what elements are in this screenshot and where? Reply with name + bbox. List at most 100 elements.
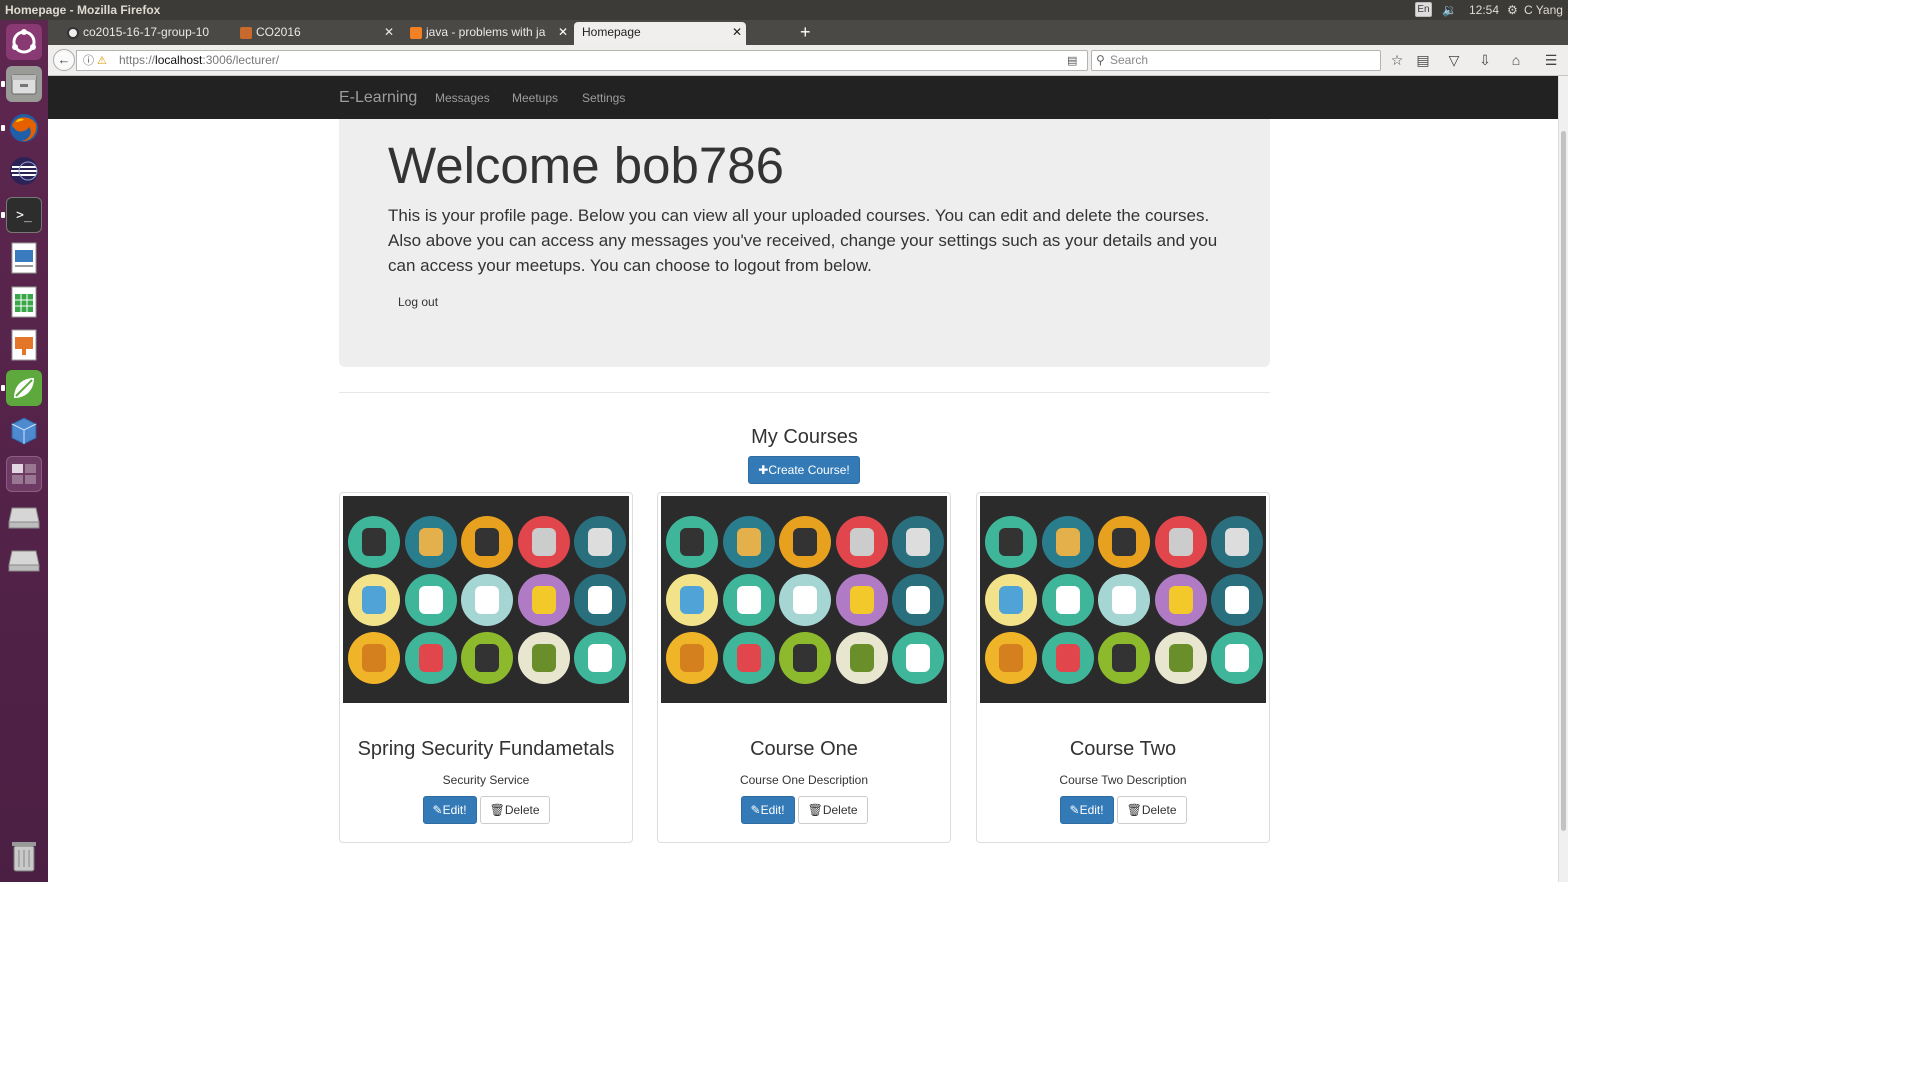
nav-messages[interactable]: Messages: [435, 91, 490, 105]
tab-co2016[interactable]: CO2016 ✕: [236, 22, 398, 45]
suitcase-icon: [985, 574, 1037, 626]
tab-homepage[interactable]: Homepage ✕: [574, 22, 746, 45]
scrollbar-thumb[interactable]: [1561, 131, 1566, 831]
drive-icon[interactable]: [6, 499, 42, 535]
tab-github[interactable]: co2015-16-17-group-10: [63, 22, 229, 45]
person-icon: [722, 516, 775, 568]
download-icon[interactable]: ⇩: [1476, 51, 1494, 69]
create-course-button[interactable]: ✚Create Course!: [748, 456, 860, 484]
trash-icon: 🗑: [489, 803, 505, 817]
files-icon[interactable]: [6, 66, 42, 102]
web-page: E-Learning Messages Meetups Settings Wel…: [48, 76, 1568, 882]
coins-icon: [517, 574, 570, 626]
running-indicator: [1, 81, 5, 87]
suitcase-icon: [348, 574, 400, 626]
person-icon: [404, 516, 457, 568]
gamepad-icon: [722, 574, 775, 626]
bookmarks-list-icon[interactable]: ▤: [1414, 51, 1432, 69]
bomb-icon: [985, 516, 1037, 568]
delete-course-button[interactable]: 🗑Delete: [1116, 796, 1187, 824]
close-icon[interactable]: ✕: [557, 22, 568, 43]
back-arrow-icon[interactable]: ←: [53, 49, 75, 71]
stackoverflow-icon: [410, 27, 422, 39]
plug-icon: [779, 632, 831, 684]
site-brand[interactable]: E-Learning: [339, 89, 417, 107]
nav-settings[interactable]: Settings: [582, 91, 625, 105]
virtualbox-icon[interactable]: [6, 413, 42, 449]
nav-meetups[interactable]: Meetups: [512, 91, 558, 105]
bookmark-star-icon[interactable]: ☆: [1388, 51, 1406, 69]
close-icon[interactable]: ✕: [732, 22, 742, 43]
edit-label: Edit!: [760, 803, 785, 817]
browser-toolbar: ← ⓘ ⚠ https://localhost:3006/lecturer/ ▤…: [48, 45, 1568, 76]
donut-icon: [348, 632, 400, 684]
search-input[interactable]: ⚲ Search: [1091, 50, 1381, 71]
reader-view-icon[interactable]: ▤: [1067, 52, 1077, 71]
coins-icon: [1154, 574, 1207, 626]
course-description: Course One Description: [739, 773, 869, 787]
pencil-icon: [722, 632, 775, 684]
delete-course-button[interactable]: 🗑Delete: [479, 796, 550, 824]
clock[interactable]: 12:54: [1469, 3, 1499, 17]
home-icon[interactable]: ⌂: [1507, 51, 1525, 69]
search-icon: ⚲: [1096, 53, 1105, 67]
menu-icon[interactable]: ☰: [1542, 51, 1560, 69]
search-placeholder: Search: [1110, 53, 1149, 67]
user-name[interactable]: C Yang: [1524, 3, 1563, 17]
eclipse-icon[interactable]: [6, 153, 42, 189]
impress-icon[interactable]: [6, 327, 42, 363]
terminal-icon[interactable]: >_: [6, 197, 42, 233]
writer-icon[interactable]: [6, 240, 42, 276]
book-icon: [574, 632, 626, 684]
person-icon: [1041, 516, 1094, 568]
trash-icon[interactable]: [6, 838, 42, 874]
bowling-icon: [892, 574, 944, 626]
close-icon[interactable]: ✕: [384, 22, 394, 43]
tab-label: java - problems with ja: [426, 25, 546, 39]
edit-course-button[interactable]: ✎Edit!: [740, 796, 795, 824]
delete-label: Delete: [1141, 803, 1177, 817]
pocket-icon[interactable]: ▽: [1445, 51, 1463, 69]
delete-label: Delete: [822, 803, 858, 817]
calc-icon[interactable]: [6, 284, 42, 320]
url-host: localhost: [155, 53, 203, 67]
edit-icon: ✎: [432, 803, 443, 817]
gamepad-icon: [1041, 574, 1094, 626]
logout-button[interactable]: Log out: [388, 288, 449, 316]
spring-tool-icon[interactable]: [6, 370, 42, 406]
page-scrollbar[interactable]: [1558, 76, 1568, 882]
donut-icon: [666, 632, 718, 684]
workspace-icon[interactable]: [6, 456, 42, 492]
bowling-icon: [1211, 574, 1263, 626]
url-bar[interactable]: ⓘ ⚠ https://localhost:3006/lecturer/ ▤ ↻: [76, 50, 1102, 71]
info-icon[interactable]: ⓘ: [83, 52, 94, 71]
camera-icon: [461, 516, 513, 568]
course-card: Course One Course One Description ✎Edit!…: [657, 492, 951, 843]
delete-course-button[interactable]: 🗑Delete: [797, 796, 868, 824]
intro-text: This is your profile page. Below you can…: [388, 206, 1218, 275]
course-card: Spring Security Fundametals Security Ser…: [339, 492, 633, 843]
course-card: Course Two Course Two Description ✎Edit!…: [976, 492, 1270, 843]
camera-icon: [1098, 516, 1150, 568]
warning-lock-icon[interactable]: ⚠: [97, 52, 107, 71]
pencil-icon: [1041, 632, 1094, 684]
tablet-icon: [835, 516, 888, 568]
tab-stackoverflow[interactable]: java - problems with ja ✕: [406, 22, 572, 45]
coins-icon: [835, 574, 888, 626]
ubuntu-dash-icon[interactable]: [6, 24, 42, 60]
firefox-icon[interactable]: [6, 110, 42, 146]
course-title: Course Two: [1069, 738, 1177, 760]
delete-label: Delete: [504, 803, 540, 817]
drive-icon[interactable]: [6, 542, 42, 578]
donut-icon: [985, 632, 1037, 684]
volume-icon[interactable]: 🔉: [1442, 3, 1457, 17]
edit-course-button[interactable]: ✎Edit!: [1059, 796, 1114, 824]
running-indicator: [1, 212, 5, 218]
gear-icon[interactable]: ⚙: [1507, 3, 1518, 17]
edit-course-button[interactable]: ✎Edit!: [422, 796, 477, 824]
keyboard-layout-indicator[interactable]: En: [1415, 2, 1432, 17]
plant-icon: [517, 632, 570, 684]
suitcase-icon: [666, 574, 718, 626]
course-thumbnail: [661, 496, 947, 703]
new-tab-icon[interactable]: +: [800, 21, 811, 43]
